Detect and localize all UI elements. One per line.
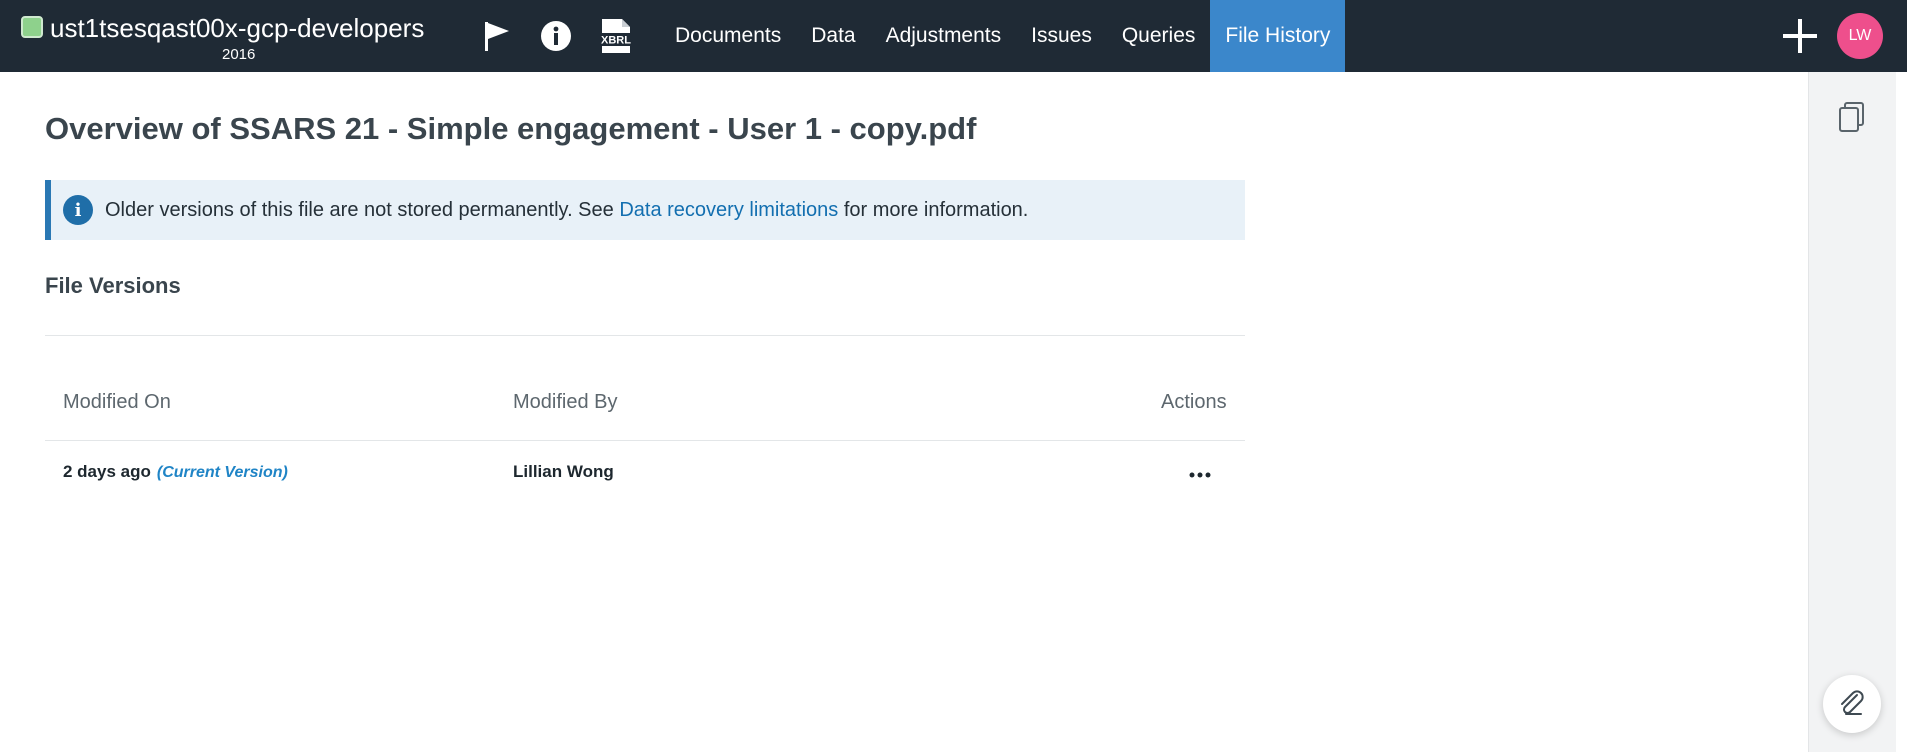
tab-file-history[interactable]: File History (1210, 0, 1346, 72)
modified-on-value: 2 days ago (63, 462, 151, 481)
tab-queries[interactable]: Queries (1107, 0, 1211, 72)
section-title-file-versions: File Versions (45, 273, 181, 298)
column-header-modified-on[interactable]: Modified On (63, 391, 171, 414)
tab-issues[interactable]: Issues (1016, 0, 1107, 72)
tab-data[interactable]: Data (796, 0, 870, 72)
info-banner-icon: i (63, 195, 93, 225)
tab-adjustments[interactable]: Adjustments (871, 0, 1017, 72)
workspace-name[interactable]: ust1tsesqast00x-gcp-developers (50, 13, 424, 44)
row-actions-button[interactable] (1182, 462, 1218, 488)
paperclip-icon (1841, 690, 1864, 715)
column-header-actions: Actions (1161, 391, 1227, 413)
table-row-modified-by: Lillian Wong (513, 462, 614, 481)
more-horizontal-icon (1189, 472, 1211, 478)
user-avatar[interactable]: LW (1837, 13, 1883, 59)
top-navigation-bar: ust1tsesqast00x-gcp-developers 2016 XBRL… (0, 0, 1907, 72)
add-button[interactable] (1778, 14, 1822, 58)
data-recovery-link[interactable]: Data recovery limitations (619, 199, 838, 221)
table-header-divider (45, 440, 1245, 441)
scrollbar[interactable] (1896, 72, 1907, 752)
xbrl-icon-label: XBRL (601, 35, 631, 47)
page-title: Overview of SSARS 21 - Simple engagement… (45, 111, 977, 146)
workspace-year: 2016 (222, 46, 256, 63)
workspace-status-indicator (21, 16, 43, 38)
window-edge (1896, 0, 1907, 72)
main-tabs: Documents Data Adjustments Issues Querie… (660, 0, 1346, 72)
plus-icon (1783, 19, 1817, 53)
section-divider (45, 335, 1245, 336)
info-icon[interactable] (536, 16, 576, 56)
tab-documents[interactable]: Documents (660, 0, 796, 72)
table-row-modified-on: 2 days ago (Current Version) (63, 462, 288, 482)
banner-message: Older versions of this file are not stor… (105, 199, 1028, 222)
banner-text-before: Older versions of this file are not stor… (105, 198, 620, 221)
attachments-button[interactable] (1823, 675, 1881, 733)
info-banner: i Older versions of this file are not st… (45, 180, 1245, 240)
xbrl-icon[interactable]: XBRL (596, 16, 636, 56)
flag-icon[interactable] (477, 16, 517, 56)
current-version-label: (Current Version) (156, 464, 288, 481)
right-rail (1808, 72, 1896, 752)
column-header-modified-by[interactable]: Modified By (513, 391, 618, 414)
banner-text-after: for more information. (838, 198, 1029, 221)
copy-icon[interactable] (1836, 100, 1868, 134)
